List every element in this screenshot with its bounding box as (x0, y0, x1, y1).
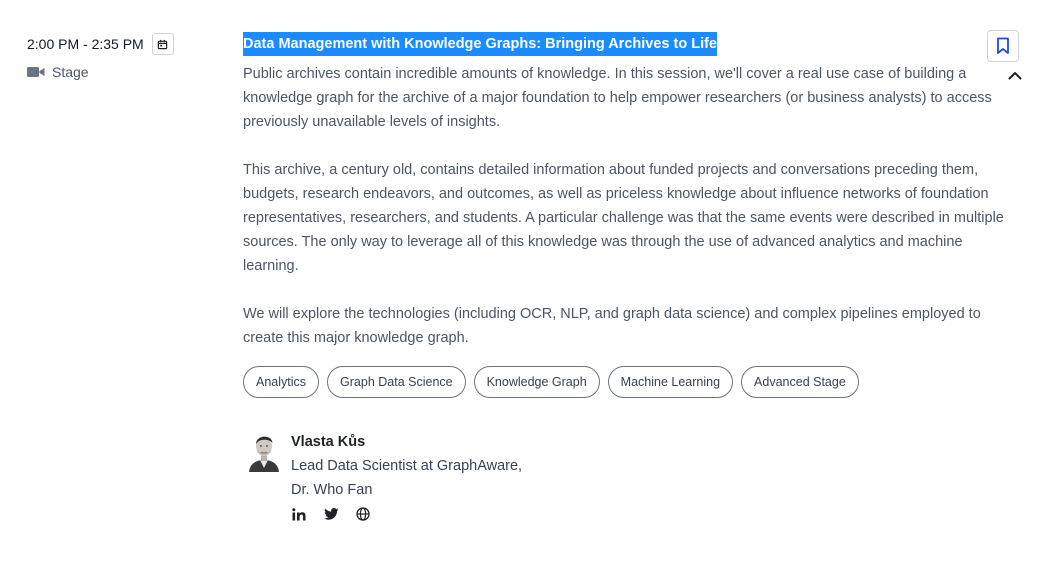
session-time-row: 2:00 PM - 2:35 PM (27, 33, 174, 55)
website-link[interactable] (355, 506, 371, 522)
tag-knowledge-graph[interactable]: Knowledge Graph (473, 366, 600, 398)
speaker-role: Lead Data Scientist at GraphAware, (291, 458, 523, 474)
speaker-name[interactable]: Vlasta Kůs (291, 430, 522, 454)
tag-advanced-stage[interactable]: Advanced Stage (741, 366, 859, 398)
collapse-button[interactable] (1006, 66, 1024, 84)
session-venue: Stage (52, 64, 89, 80)
session-description: Public archives contain incredible amoun… (243, 62, 1005, 374)
globe-icon (356, 507, 370, 521)
tag-machine-learning[interactable]: Machine Learning (607, 366, 734, 398)
video-camera-icon (27, 67, 45, 77)
calendar-icon (157, 39, 168, 49)
session-venue-row: Stage (27, 62, 89, 82)
bookmark-button[interactable] (987, 30, 1019, 62)
description-paragraph: Public archives contain incredible amoun… (243, 66, 992, 130)
add-to-calendar-button[interactable] (151, 33, 174, 55)
tag-graph-data-science[interactable]: Graph Data Science (327, 366, 466, 398)
session-title: Data Management with Knowledge Graphs: B… (243, 32, 717, 56)
description-paragraph: This archive, a century old, contains de… (243, 162, 1004, 274)
twitter-link[interactable] (323, 506, 339, 522)
twitter-icon (323, 508, 338, 520)
speaker-tagline: Dr. Who Fan (291, 482, 373, 498)
bookmark-icon (997, 37, 1009, 54)
speaker-card: Vlasta Kůs Lead Data Scientist at GraphA… (247, 430, 522, 522)
speaker-info: Vlasta Kůs Lead Data Scientist at GraphA… (291, 430, 522, 522)
session-detail-page: 2:00 PM - 2:35 PM Stage Data Management … (0, 0, 1040, 573)
linkedin-link[interactable] (291, 506, 307, 522)
session-tags: Analytics Graph Data Science Knowledge G… (243, 366, 859, 398)
tag-analytics[interactable]: Analytics (243, 366, 320, 398)
avatar[interactable] (247, 430, 281, 472)
session-time: 2:00 PM - 2:35 PM (27, 36, 144, 52)
linkedin-icon (292, 507, 306, 520)
description-paragraph: We will explore the technologies (includ… (243, 306, 981, 346)
speaker-social-links (291, 506, 522, 522)
chevron-up-icon (1008, 71, 1022, 79)
